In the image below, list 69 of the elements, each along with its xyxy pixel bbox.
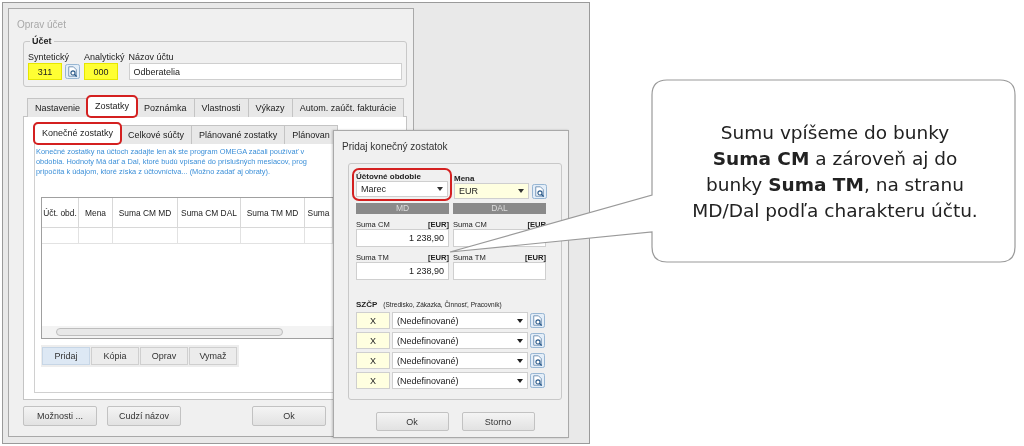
section-header: MD xyxy=(356,203,449,214)
search-icon[interactable] xyxy=(65,64,80,79)
caret-icon xyxy=(517,318,523,323)
field-label: Účtovné obdobie xyxy=(356,172,422,181)
field-label: Analytický xyxy=(84,52,125,62)
tab[interactable]: Plánované zostatky xyxy=(191,125,286,144)
amount-field[interactable]: 1 238,90 xyxy=(356,229,449,247)
dropdown[interactable]: (Nedefinované) xyxy=(392,312,528,329)
table-cell xyxy=(178,228,241,244)
amount-field[interactable] xyxy=(453,262,546,280)
dialog-button[interactable]: Storno xyxy=(461,412,535,431)
dialog-button[interactable]: Cudzí názov xyxy=(107,406,181,426)
search-icon[interactable] xyxy=(530,333,545,348)
group-title: Účet xyxy=(30,36,54,46)
tab[interactable]: Vlastnosti xyxy=(193,98,249,117)
dialog-button[interactable]: Možnosti ... xyxy=(23,406,97,426)
column-header: Suma CM MD xyxy=(113,198,178,228)
toolbar-button[interactable]: Vymaž xyxy=(189,347,237,365)
input-field[interactable]: 311 xyxy=(28,63,62,80)
code-field[interactable]: X xyxy=(356,312,390,329)
field-label: SZČP xyxy=(356,300,378,309)
toolbar-button[interactable]: Pridaj xyxy=(42,347,90,365)
toolbar-button[interactable]: Kópia xyxy=(91,347,139,365)
input-field[interactable]: 000 xyxy=(84,63,118,80)
tab[interactable]: Konečné zostatky xyxy=(34,123,122,144)
tab[interactable]: Poznámka xyxy=(136,98,195,117)
input-field[interactable]: Odberatelia xyxy=(128,63,402,80)
period-dropdown[interactable]: Marec xyxy=(356,181,448,197)
code-field[interactable]: X xyxy=(356,372,390,389)
tab[interactable]: Výkazy xyxy=(247,98,293,117)
tab[interactable]: Zostatky xyxy=(87,96,138,117)
caret-icon xyxy=(518,189,524,193)
column-header: Mena xyxy=(79,198,113,228)
tab[interactable]: Autom. zaúčt. fakturácie xyxy=(291,98,405,117)
dialog-button[interactable]: Ok xyxy=(252,406,326,426)
table-cell xyxy=(42,228,79,244)
window-title: Pridaj konečný zostatok xyxy=(342,140,448,152)
dropdown[interactable]: (Nedefinované) xyxy=(392,332,528,349)
table-cell xyxy=(113,228,178,244)
currency-dropdown[interactable]: EUR xyxy=(454,183,529,199)
column-header: Suma CM DAL xyxy=(178,198,241,228)
caret-icon xyxy=(517,378,523,383)
search-icon[interactable] xyxy=(530,313,545,328)
search-icon[interactable] xyxy=(532,183,547,199)
code-field[interactable]: X xyxy=(356,332,390,349)
window-title: Oprav účet xyxy=(17,18,66,30)
section-header: DAL xyxy=(453,203,546,214)
field-label: Syntetický xyxy=(28,52,70,62)
code-field[interactable]: X xyxy=(356,352,390,369)
search-icon[interactable] xyxy=(530,373,545,388)
caret-icon xyxy=(517,338,523,343)
tab[interactable]: Plánovan xyxy=(284,125,338,144)
field-label: Názov účtu xyxy=(128,52,175,62)
tab[interactable]: Celkové súčty xyxy=(120,125,193,144)
dropdown[interactable]: (Nedefinované) xyxy=(392,372,528,389)
caret-icon xyxy=(437,187,443,191)
field-label: Mena xyxy=(454,174,476,183)
dropdown[interactable]: (Nedefinované) xyxy=(392,352,528,369)
toolbar-button[interactable]: Oprav xyxy=(140,347,188,365)
table-cell xyxy=(79,228,113,244)
column-header: Účt. obd. xyxy=(42,198,79,228)
tab[interactable]: Nastavenie xyxy=(27,98,89,117)
search-icon[interactable] xyxy=(530,353,545,368)
column-header: Suma TM MD xyxy=(241,198,305,228)
caret-icon xyxy=(517,358,523,363)
amount-field[interactable]: 1 238,90 xyxy=(356,262,449,280)
table-cell xyxy=(241,228,305,244)
dialog-button[interactable]: Ok xyxy=(375,412,449,431)
callout-text: Sumu vpíšeme do bunky Suma CM a zároveň aj do bunky Suma TM, na stranu MD/Dal podľa charakteru účtu. xyxy=(691,121,979,223)
